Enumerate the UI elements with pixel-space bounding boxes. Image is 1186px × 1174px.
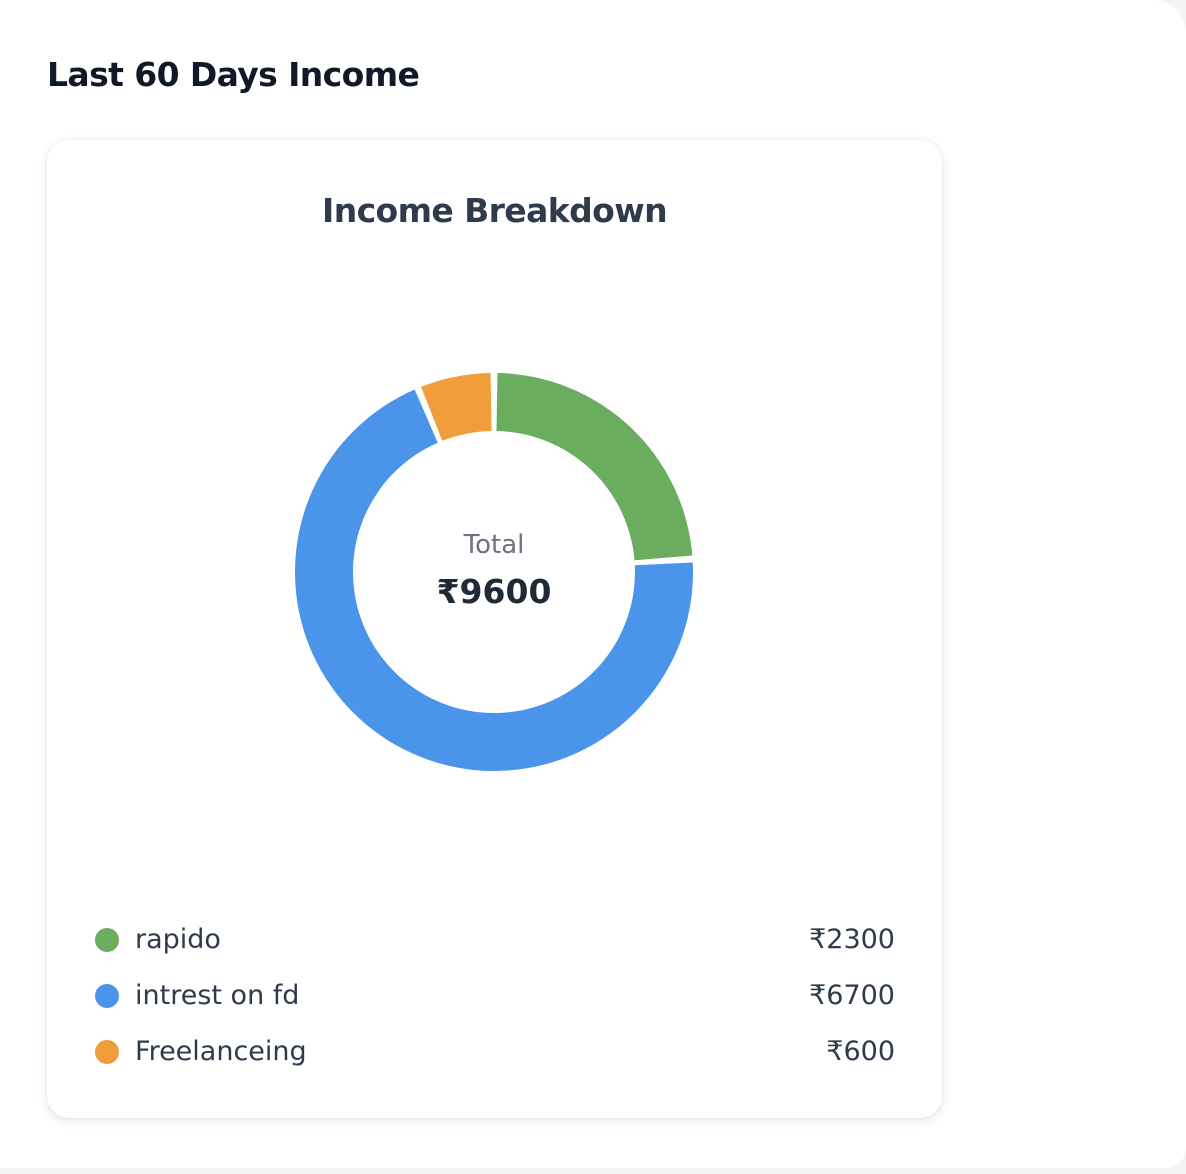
donut-slice-rapido[interactable] <box>496 373 693 561</box>
legend-swatch-rapido <box>95 928 119 952</box>
donut-chart: Total ₹9600 <box>295 373 694 771</box>
center-total-label: Total <box>463 530 525 560</box>
legend-item-freelanceing[interactable]: Freelanceing ₹600 <box>95 1028 895 1084</box>
legend-value-freelanceing: ₹600 <box>826 1036 895 1067</box>
legend-value-rapido: ₹2300 <box>809 924 895 955</box>
section-title: Last 60 Days Income <box>47 55 420 94</box>
chart-legend: rapido ₹2300 intrest on fd ₹6700 Freelan… <box>95 916 895 1084</box>
legend-label-freelanceing: Freelanceing <box>135 1036 307 1067</box>
legend-swatch-intrest-on-fd <box>95 984 119 1008</box>
income-breakdown-card: Income Breakdown Total ₹9600 rapido ₹230… <box>47 140 942 1118</box>
legend-label-intrest-on-fd: intrest on fd <box>135 980 300 1011</box>
legend-swatch-freelanceing <box>95 1040 119 1064</box>
legend-item-rapido[interactable]: rapido ₹2300 <box>95 916 895 972</box>
legend-value-intrest-on-fd: ₹6700 <box>809 980 895 1011</box>
income-section: Last 60 Days Income Income Breakdown Tot… <box>0 0 1186 1168</box>
legend-label-rapido: rapido <box>135 924 221 955</box>
center-total-value: ₹9600 <box>437 572 552 611</box>
legend-item-intrest-on-fd[interactable]: intrest on fd ₹6700 <box>95 972 895 1028</box>
